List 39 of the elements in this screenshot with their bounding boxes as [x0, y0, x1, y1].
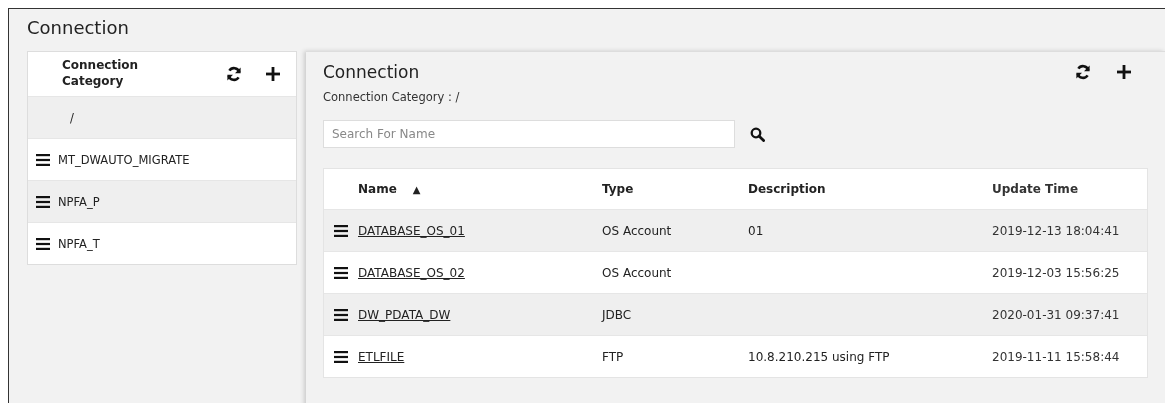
table-cell: JDBC — [602, 307, 632, 322]
sort-indicator[interactable]: ▲ — [412, 183, 421, 195]
table-cell: 2019-12-03 15:56:25 — [992, 265, 1120, 280]
category-item[interactable]: / — [28, 96, 296, 138]
connection-link[interactable]: DATABASE_OS_01 — [358, 223, 465, 238]
menu-icon[interactable] — [36, 153, 50, 166]
menu-icon[interactable] — [334, 266, 348, 279]
refresh-icon[interactable] — [1075, 64, 1091, 80]
search-field[interactable]: Search For Name — [323, 120, 735, 148]
column-header[interactable]: Type — [602, 182, 634, 196]
table-cell: OS Account — [602, 223, 672, 238]
table-cell: OS Account — [602, 265, 672, 280]
table-cell: 01 — [748, 223, 764, 238]
column-header[interactable]: Update Time — [992, 182, 1078, 196]
page-title: Connection — [27, 17, 130, 40]
menu-icon[interactable] — [36, 195, 50, 208]
add-icon[interactable] — [266, 67, 280, 81]
table-cell: 2020-01-31 09:37:41 — [992, 307, 1120, 322]
menu-icon[interactable] — [36, 237, 50, 250]
connection-link[interactable]: DW_PDATA_DW — [358, 307, 451, 322]
category-item[interactable]: NPFA_T — [28, 222, 296, 264]
table-cell: FTP — [602, 349, 624, 364]
column-header[interactable]: Description — [748, 182, 826, 196]
menu-icon[interactable] — [334, 224, 348, 237]
menu-icon[interactable] — [334, 350, 348, 363]
table-cell: 2019-12-13 18:04:41 — [992, 223, 1120, 238]
breadcrumb: Connection Category : / — [323, 90, 461, 104]
table-cell: 2019-11-11 15:58:44 — [992, 349, 1120, 364]
add-icon[interactable] — [1117, 65, 1131, 79]
connection-link[interactable]: ETLFILE — [358, 349, 405, 364]
search-icon[interactable] — [750, 126, 765, 142]
panel-title: Connection — [323, 62, 420, 82]
refresh-icon[interactable] — [226, 66, 242, 82]
category-item[interactable]: NPFA_P — [28, 180, 296, 222]
panel-heading: Connection Category — [62, 58, 140, 90]
table-cell: 10.8.210.215 using FTP — [748, 349, 890, 364]
menu-icon[interactable] — [334, 308, 348, 321]
connection-link[interactable]: DATABASE_OS_02 — [358, 265, 465, 280]
column-header[interactable]: Name — [358, 182, 397, 196]
